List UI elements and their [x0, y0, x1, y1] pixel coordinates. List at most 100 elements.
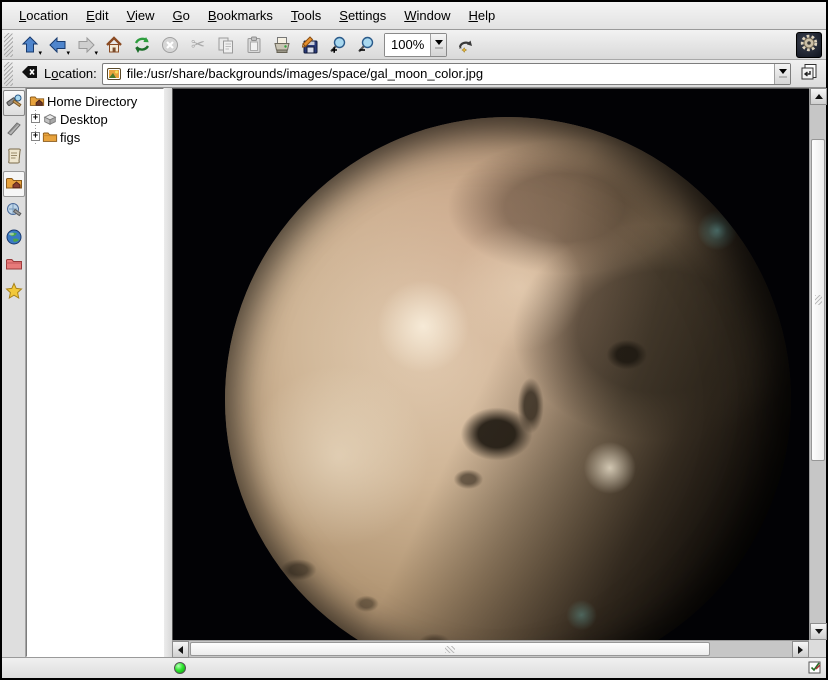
- zoom-out-button[interactable]: [352, 32, 380, 58]
- tree-item-home-directory[interactable]: Home Directory: [29, 92, 163, 110]
- konqueror-logo-icon: [799, 33, 819, 56]
- main-toolbar: ▾ ▾ ▾ ✂: [2, 30, 826, 60]
- sidebar-button-strip: [2, 88, 26, 657]
- sidebar-services-button[interactable]: [3, 279, 25, 305]
- expand-desktop-button[interactable]: +: [31, 114, 40, 123]
- copy-icon: [216, 35, 236, 55]
- menu-location[interactable]: Location: [10, 4, 77, 27]
- scroll-right-button[interactable]: [792, 641, 809, 658]
- location-toolbar-handle[interactable]: [4, 62, 13, 86]
- moon-image: [225, 117, 791, 640]
- konqueror-window: Location Edit View Go Bookmarks Tools Se…: [0, 0, 828, 680]
- reload-button[interactable]: [128, 32, 156, 58]
- url-combo-arrow-icon[interactable]: [774, 64, 790, 84]
- cut-button[interactable]: ✂: [184, 32, 212, 58]
- menu-go[interactable]: Go: [164, 4, 199, 27]
- sidebar-root-folder-button[interactable]: [3, 252, 25, 278]
- sidebar-configure-button[interactable]: [3, 90, 25, 116]
- sidebar-network-button[interactable]: [3, 225, 25, 251]
- stop-icon: [160, 35, 180, 55]
- menu-help[interactable]: Help: [460, 4, 505, 27]
- paste-button[interactable]: [240, 32, 268, 58]
- home-icon: [104, 35, 124, 55]
- image-view-container: [172, 88, 826, 657]
- toolbar-handle[interactable]: [4, 33, 13, 57]
- go-icon: [800, 63, 818, 84]
- scrollbar-corner: [809, 640, 826, 657]
- folder-tree-panel: Home Directory + Desktop + figs: [26, 88, 164, 657]
- tree-item-figs[interactable]: + figs: [29, 128, 163, 146]
- forward-dropdown-arrow-icon[interactable]: ▾: [94, 50, 98, 57]
- scroll-up-button[interactable]: [810, 88, 827, 105]
- tree-item-desktop[interactable]: + Desktop: [29, 110, 163, 128]
- services-icon: [5, 282, 23, 303]
- save-as-button[interactable]: [296, 32, 324, 58]
- sidebar-home-directory-button[interactable]: [3, 171, 25, 197]
- menu-tools[interactable]: Tools: [282, 4, 330, 27]
- rotate-icon: [455, 35, 475, 55]
- paste-icon: [244, 35, 264, 55]
- sidebar-history-button[interactable]: [3, 144, 25, 170]
- location-url-input[interactable]: [125, 66, 774, 81]
- horizontal-scrollbar[interactable]: [172, 640, 809, 657]
- location-label: Location:: [44, 66, 97, 81]
- sidebar-system-button[interactable]: [3, 198, 25, 224]
- tree-item-label: Desktop: [58, 112, 108, 127]
- horizontal-scrollbar-thumb[interactable]: [190, 642, 710, 656]
- print-icon: [272, 35, 292, 55]
- rotate-button[interactable]: [451, 32, 479, 58]
- reload-icon: [132, 35, 152, 55]
- menu-edit[interactable]: Edit: [77, 4, 117, 27]
- clear-location-icon: [21, 64, 39, 83]
- back-button[interactable]: ▾: [44, 32, 72, 58]
- zoom-in-icon: [328, 35, 348, 55]
- cut-icon: ✂: [191, 35, 205, 55]
- panel-splitter[interactable]: [164, 88, 172, 657]
- up-icon: [20, 35, 40, 55]
- vertical-scrollbar[interactable]: [809, 88, 826, 640]
- up-button[interactable]: ▾: [16, 32, 44, 58]
- configure-sidebar-icon: [5, 93, 23, 114]
- home-directory-icon: [5, 174, 23, 195]
- home-button[interactable]: [100, 32, 128, 58]
- forward-button[interactable]: ▾: [72, 32, 100, 58]
- back-icon: [48, 35, 68, 55]
- root-folder-icon: [5, 255, 23, 276]
- menu-settings[interactable]: Settings: [330, 4, 395, 27]
- print-button[interactable]: [268, 32, 296, 58]
- scroll-up-arrow-icon: [815, 94, 823, 99]
- system-icon: [5, 201, 23, 222]
- statusbar-corner-icon[interactable]: [808, 660, 822, 677]
- history-icon: [5, 147, 23, 168]
- scroll-right-arrow-icon: [798, 646, 803, 654]
- menu-bookmarks[interactable]: Bookmarks: [199, 4, 282, 27]
- image-viewport: [172, 88, 809, 640]
- konqueror-logo: [796, 32, 822, 58]
- menu-view[interactable]: View: [118, 4, 164, 27]
- stop-button[interactable]: [156, 32, 184, 58]
- zoom-in-button[interactable]: [324, 32, 352, 58]
- go-button[interactable]: [796, 62, 822, 86]
- scroll-down-arrow-icon: [815, 629, 823, 634]
- save-as-icon: [300, 35, 320, 55]
- up-dropdown-arrow-icon[interactable]: ▾: [38, 50, 42, 57]
- network-icon: [5, 228, 23, 249]
- scroll-down-button[interactable]: [810, 623, 827, 640]
- tree-item-label: figs: [58, 130, 80, 145]
- folder-home-icon: [29, 93, 45, 109]
- expand-figs-button[interactable]: +: [31, 132, 40, 141]
- zoom-combo-arrow-icon[interactable]: [430, 34, 446, 56]
- menu-bar: Location Edit View Go Bookmarks Tools Se…: [2, 2, 826, 30]
- folder-icon: [42, 129, 58, 145]
- vertical-scrollbar-thumb[interactable]: [811, 139, 825, 461]
- zoom-level-combobox[interactable]: 100%: [384, 33, 447, 57]
- scroll-left-arrow-icon: [178, 646, 183, 654]
- bookmarks-icon: [5, 120, 23, 141]
- menu-window[interactable]: Window: [395, 4, 459, 27]
- scroll-left-button[interactable]: [172, 641, 189, 658]
- copy-button[interactable]: [212, 32, 240, 58]
- clear-location-button[interactable]: [21, 64, 39, 83]
- back-dropdown-arrow-icon[interactable]: ▾: [66, 50, 70, 57]
- sidebar-bookmarks-button[interactable]: [3, 117, 25, 143]
- desktop-icon: [42, 111, 58, 127]
